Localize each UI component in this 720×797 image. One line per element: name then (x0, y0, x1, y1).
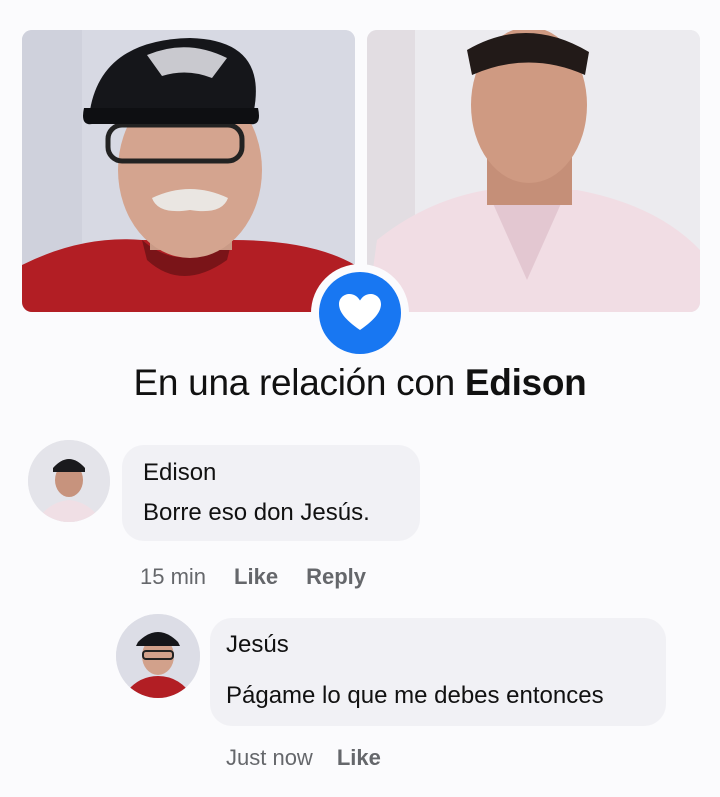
comment-text: Borre eso don Jesús. (143, 499, 370, 526)
reply-button[interactable]: Reply (306, 564, 366, 589)
heart-badge-circle (319, 272, 401, 354)
comment-time: Just now (226, 745, 313, 770)
relationship-partner-link[interactable]: Edison (465, 362, 587, 403)
comment-author[interactable]: Jesús (226, 631, 289, 659)
profile-photo-older-man[interactable] (22, 30, 355, 312)
like-button[interactable]: Like (234, 564, 278, 589)
comment-text: Págame lo que me debes entonces (226, 682, 604, 709)
heart-icon (339, 294, 381, 330)
relationship-prefix: En una relación con (133, 362, 456, 403)
comment-time: 15 min (140, 564, 207, 589)
like-button[interactable]: Like (337, 745, 381, 770)
comment-meta: Just now Like (226, 745, 381, 771)
comment-meta: 15 min Like Reply (140, 564, 366, 590)
relationship-badge (311, 264, 409, 362)
comment-author[interactable]: Edison (143, 459, 216, 487)
commenter-avatar-edison[interactable] (28, 440, 110, 522)
commenter-avatar-jesus[interactable] (116, 614, 200, 698)
relationship-status: En una relación con Edison (0, 362, 720, 404)
profile-photo-young-man[interactable] (367, 30, 700, 312)
